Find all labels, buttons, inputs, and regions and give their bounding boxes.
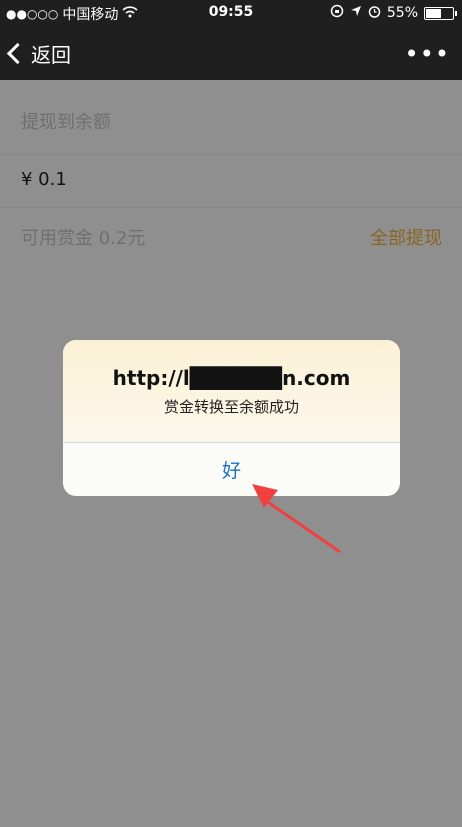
available-row: 可用赏金 0.2元 全部提现 (0, 208, 462, 258)
battery-percent: 55% (386, 5, 418, 21)
amount-input[interactable]: ¥ 0.1 (21, 169, 67, 190)
chevron-left-icon (6, 42, 29, 65)
withdraw-all-link[interactable]: 全部提现 (370, 224, 442, 250)
amount-row[interactable]: ¥ 0.1 (0, 155, 462, 208)
rotation-lock-icon (330, 4, 344, 22)
status-right: 55% (330, 4, 457, 22)
battery-icon (424, 6, 457, 20)
alert-message: 赏金转换至余额成功 (163, 398, 299, 416)
back-button[interactable]: 返回 (6, 39, 71, 68)
back-label: 返回 (31, 43, 71, 67)
location-icon (350, 5, 362, 21)
withdraw-form: 提现到余额 ¥ 0.1 可用赏金 0.2元 全部提现 (0, 80, 462, 258)
available-balance-label: 可用赏金 0.2元 (21, 228, 146, 249)
withdraw-label: 提现到余额 (21, 112, 111, 133)
alarm-icon (368, 5, 381, 22)
status-bar: ●●○○○ 中国移动 09:55 55% (0, 0, 462, 26)
nav-bar: 返回 ••• (0, 26, 462, 80)
withdraw-title-row: 提现到余额 (0, 80, 462, 155)
alert-title: http://l██████n.com (112, 366, 351, 390)
annotation-arrow-icon (252, 484, 341, 554)
more-button[interactable]: ••• (405, 40, 450, 68)
alert-body: http://l██████n.com 赏金转换至余额成功 (63, 340, 400, 443)
